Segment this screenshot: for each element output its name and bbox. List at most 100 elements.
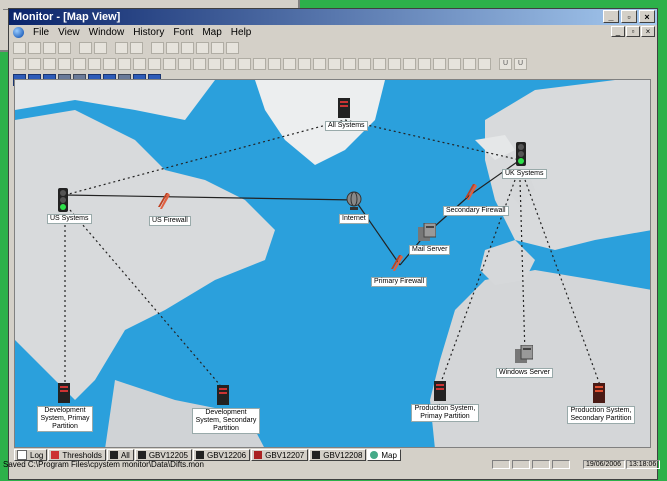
mdi-close-button[interactable]: × (641, 26, 655, 37)
secondary-firewall-node[interactable] (465, 184, 477, 202)
system-30-icon[interactable] (448, 58, 461, 70)
status-pane-2 (512, 460, 530, 469)
mdi-controls: _ ▫ × (611, 26, 655, 37)
server-icon (254, 451, 263, 459)
system-27-icon[interactable] (403, 58, 416, 70)
system-16-icon[interactable] (238, 58, 251, 70)
dev-primary-node[interactable] (57, 383, 71, 405)
toolbar-main (11, 40, 655, 56)
window-controls: _ ▫ × (603, 10, 655, 23)
system-17-icon[interactable] (253, 58, 266, 70)
globe-icon (370, 451, 379, 459)
menu-window[interactable]: Window (89, 27, 125, 38)
system-4-icon[interactable] (58, 58, 71, 70)
uk-systems-node[interactable] (513, 142, 529, 168)
prod-primary-node[interactable] (433, 381, 447, 403)
status-pane-4 (552, 460, 570, 469)
system-9-icon[interactable] (133, 58, 146, 70)
system-15-icon[interactable] (223, 58, 236, 70)
server-icon (312, 451, 321, 459)
mail-server-label: Mail Server (409, 245, 451, 255)
system-3-icon[interactable] (43, 58, 56, 70)
system-20-icon[interactable] (298, 58, 311, 70)
mdi-minimize-button[interactable]: _ (611, 26, 625, 37)
all-systems-node[interactable] (337, 98, 351, 120)
status-bar: Saved C:\Program Files\cpystem monitor\D… (0, 459, 667, 471)
system-6-icon[interactable] (88, 58, 101, 70)
traffic-light-icon (58, 188, 68, 212)
edit-icon[interactable] (94, 42, 107, 54)
toolbar-systems: U U (11, 56, 655, 72)
server-icon (217, 385, 229, 405)
menu-help[interactable]: Help (231, 27, 252, 38)
window-title: Monitor - [Map View] (13, 11, 121, 23)
underline-icon[interactable]: U (499, 58, 512, 70)
windows-server-node[interactable] (515, 344, 534, 365)
status-pane-1 (492, 460, 510, 469)
us-systems-node[interactable] (55, 188, 71, 214)
system-22-icon[interactable] (328, 58, 341, 70)
minimize-button[interactable]: _ (603, 10, 619, 23)
system-29-icon[interactable] (433, 58, 446, 70)
system-24-icon[interactable] (358, 58, 371, 70)
us-systems-label: US Systems (47, 214, 92, 224)
menu-map[interactable]: Map (202, 27, 221, 38)
open-folder-icon[interactable] (13, 42, 26, 54)
mdi-restore-button[interactable]: ▫ (626, 26, 640, 37)
system-19-icon[interactable] (283, 58, 296, 70)
us-firewall-node[interactable] (158, 193, 170, 211)
system-7-icon[interactable] (103, 58, 116, 70)
clip-icon[interactable] (151, 42, 164, 54)
system-5-icon[interactable] (73, 58, 86, 70)
system-21-icon[interactable] (313, 58, 326, 70)
menu-font[interactable]: Font (173, 27, 193, 38)
help-icon[interactable] (226, 42, 239, 54)
properties-icon[interactable] (58, 42, 71, 54)
menu-history[interactable]: History (133, 27, 164, 38)
dev-secondary-node[interactable] (216, 385, 230, 407)
underline-alt-icon[interactable]: U (514, 58, 527, 70)
prod-secondary-node[interactable] (592, 383, 606, 405)
system-28-icon[interactable] (418, 58, 431, 70)
menu-file[interactable]: File (33, 27, 49, 38)
system-8-icon[interactable] (118, 58, 131, 70)
system-26-icon[interactable] (388, 58, 401, 70)
context-help-icon[interactable] (211, 42, 224, 54)
system-11-icon[interactable] (163, 58, 176, 70)
system-13-icon[interactable] (193, 58, 206, 70)
firewall-icon (465, 184, 477, 200)
system-32-icon[interactable] (478, 58, 491, 70)
system-12-icon[interactable] (178, 58, 191, 70)
save-icon[interactable] (28, 42, 41, 54)
system-14-icon[interactable] (208, 58, 221, 70)
firewall-icon (158, 193, 170, 209)
menu-view[interactable]: View (58, 27, 80, 38)
print-icon[interactable] (79, 42, 92, 54)
dev-secondary-label: Development System, Secondary Partition (192, 408, 260, 434)
refresh-icon[interactable] (196, 42, 209, 54)
binary-icon[interactable] (115, 42, 128, 54)
maximize-button[interactable]: ▫ (621, 10, 637, 23)
server-icon (434, 381, 446, 401)
close-button[interactable]: × (639, 10, 655, 23)
system-23-icon[interactable] (343, 58, 356, 70)
system-10-icon[interactable] (148, 58, 161, 70)
primary-firewall-node[interactable] (391, 255, 403, 273)
system-31-icon[interactable] (463, 58, 476, 70)
system-25-icon[interactable] (373, 58, 386, 70)
save-as-icon[interactable] (43, 42, 56, 54)
settings-icon[interactable] (166, 42, 179, 54)
swap-icon[interactable] (181, 42, 194, 54)
pc-icon (418, 222, 437, 241)
north-america-landmass (15, 110, 275, 400)
system-18-icon[interactable] (268, 58, 281, 70)
server-icon (137, 451, 146, 459)
system-1-icon[interactable] (13, 58, 26, 70)
system-2-icon[interactable] (28, 58, 41, 70)
app-logo-icon[interactable] (13, 26, 24, 38)
server-icon (593, 383, 605, 403)
hex-icon[interactable] (130, 42, 143, 54)
uk-systems-label: UK Systems (502, 169, 547, 179)
mail-server-node[interactable] (418, 222, 437, 243)
internet-node[interactable] (345, 191, 363, 213)
